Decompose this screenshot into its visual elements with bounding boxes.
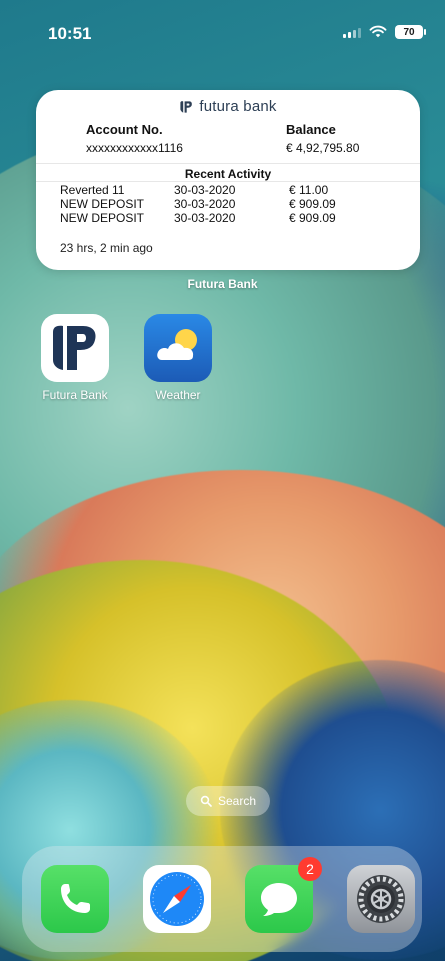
activity-row: NEW DEPOSIT 30-03-2020 € 909.09	[60, 211, 336, 225]
wifi-icon	[369, 25, 387, 38]
status-time: 10:51	[48, 24, 92, 43]
battery-icon: 70	[395, 25, 426, 39]
settings-app[interactable]	[347, 865, 415, 933]
widget-label: Futura Bank	[187, 277, 258, 291]
safari-app[interactable]	[143, 865, 211, 933]
activity-list: Reverted 11 30-03-2020 € 11.00 NEW DEPOS…	[60, 183, 336, 225]
bank-logo: futura bank	[36, 98, 420, 115]
activity-row: NEW DEPOSIT 30-03-2020 € 909.09	[60, 197, 336, 211]
balance-value: € 4,92,795.80	[286, 141, 360, 155]
activity-date: 30-03-2020	[174, 183, 236, 197]
phone-app[interactable]	[41, 865, 109, 933]
bank-logo-text: futura bank	[199, 98, 277, 115]
activity-description: NEW DEPOSIT	[60, 211, 145, 225]
futura-bank-app[interactable]	[41, 314, 109, 382]
activity-row: Reverted 11 30-03-2020 € 11.00	[60, 183, 336, 197]
last-updated: 23 hrs, 2 min ago	[60, 241, 153, 255]
activity-description: NEW DEPOSIT	[60, 197, 145, 211]
account-label: Account No.	[86, 122, 163, 137]
weather-app[interactable]	[144, 314, 212, 382]
activity-description: Reverted 11	[60, 183, 125, 197]
activity-amount: € 909.09	[289, 211, 336, 225]
futura-bank-widget[interactable]: futura bank Account No. xxxxxxxxxxxx1116…	[36, 90, 420, 270]
status-bar: 10:51 70	[0, 0, 445, 60]
divider	[36, 181, 420, 182]
status-icons: 70	[343, 25, 426, 39]
futura-bank-icon	[53, 325, 96, 370]
messages-badge: 2	[298, 857, 322, 881]
messages-icon	[261, 883, 297, 916]
phone-icon	[61, 884, 90, 913]
activity-date: 30-03-2020	[174, 197, 236, 211]
app-label-futura: Futura Bank	[42, 388, 108, 402]
battery-level: 70	[403, 26, 415, 38]
app-label-weather: Weather	[155, 388, 201, 402]
dock	[22, 846, 422, 952]
balance-label: Balance	[286, 122, 336, 137]
weather-icon	[157, 329, 197, 360]
account-number: xxxxxxxxxxxx1116	[86, 141, 183, 155]
activity-date: 30-03-2020	[174, 211, 236, 225]
activity-amount: € 909.09	[289, 197, 336, 211]
search-label: Search	[217, 794, 257, 808]
search-button[interactable]: Search	[186, 786, 270, 816]
settings-icon	[357, 875, 405, 923]
activity-amount: € 11.00	[289, 183, 329, 197]
recent-activity-title: Recent Activity	[184, 167, 272, 181]
safari-icon	[150, 872, 204, 926]
divider	[36, 163, 420, 164]
magnifier-icon	[200, 795, 212, 807]
signal-icon	[343, 26, 361, 38]
futura-logo-icon	[180, 100, 193, 113]
